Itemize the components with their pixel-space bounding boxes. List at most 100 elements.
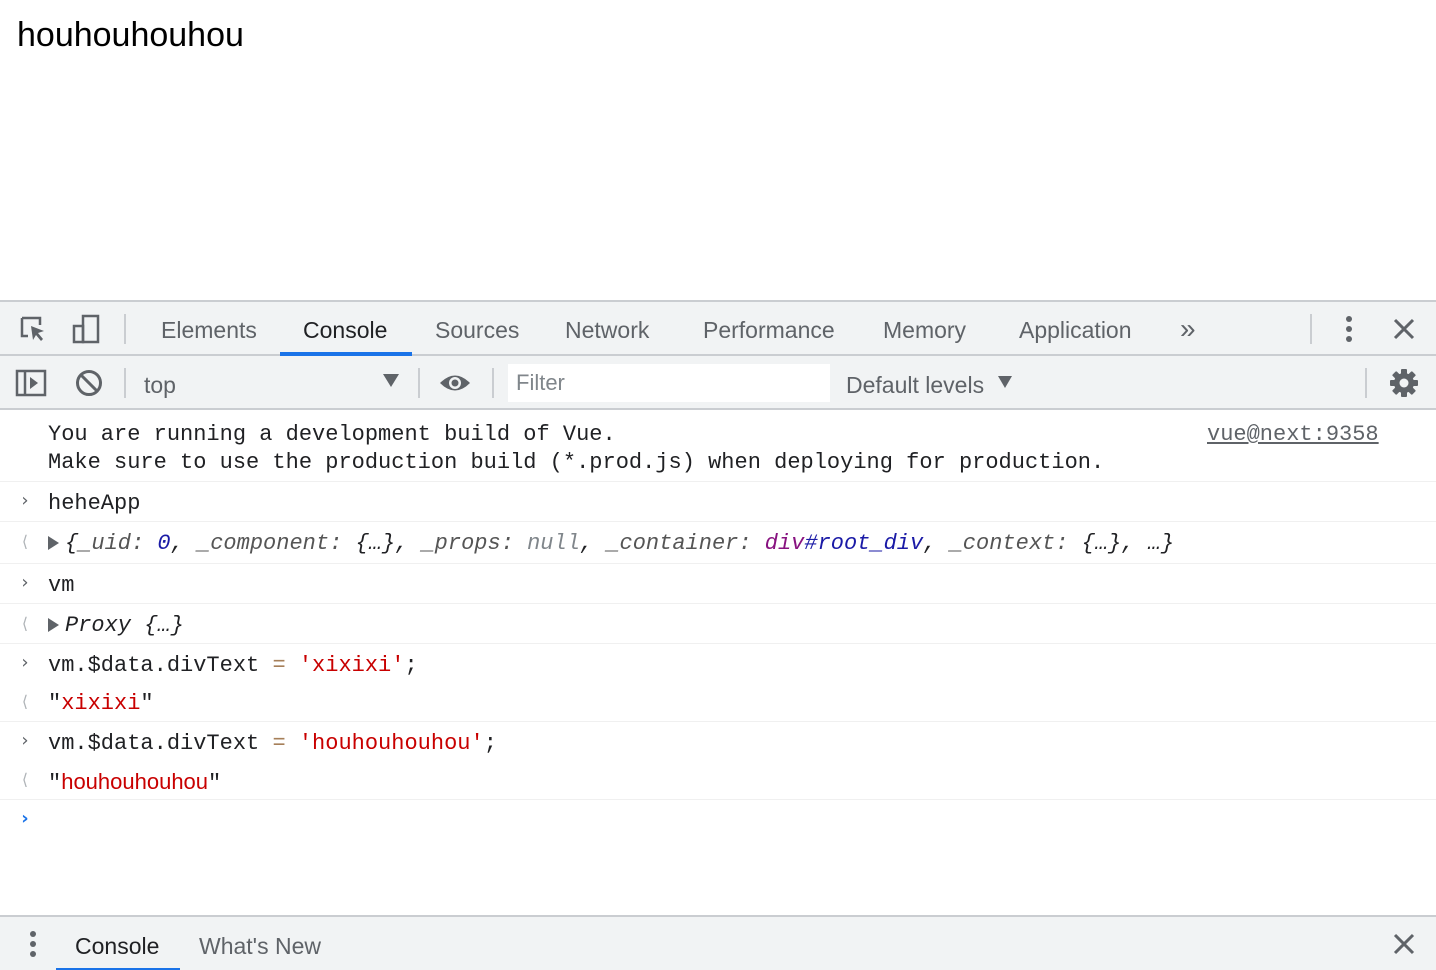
- comma: ,: [170, 531, 198, 556]
- prop-value-id: #root_div: [804, 531, 924, 556]
- expr-string: 'houhouhouhou': [298, 731, 484, 756]
- drawer-tab-whats-new[interactable]: What's New: [199, 917, 321, 970]
- device-toolbar-icon[interactable]: [70, 312, 104, 346]
- ellipsis: …}: [1147, 531, 1175, 556]
- chevron-down-icon[interactable]: [998, 376, 1012, 388]
- devtools-tab-bar: Elements Console Sources Network Perform…: [0, 302, 1436, 356]
- proxy-preview[interactable]: Proxy {…}: [48, 613, 184, 638]
- prop-value: null: [527, 531, 580, 556]
- string-result: "houhouhouhou": [48, 769, 221, 796]
- console-input: heheApp: [48, 491, 141, 516]
- expand-triangle-icon[interactable]: [48, 618, 59, 632]
- input-chevron-icon: ›: [21, 730, 29, 751]
- console-prompt-row[interactable]: ›: [0, 800, 1436, 914]
- prompt-chevron-icon: ›: [21, 808, 29, 829]
- input-chevron-icon: ›: [21, 572, 29, 593]
- expr-object: vm.$data.divText: [48, 653, 260, 678]
- proxy-label: Proxy: [65, 613, 132, 638]
- tab-network[interactable]: Network: [565, 302, 649, 356]
- expand-triangle-icon[interactable]: [48, 536, 59, 550]
- console-input-row: › vm: [0, 564, 1436, 604]
- context-selector[interactable]: top: [144, 356, 176, 414]
- tab-performance[interactable]: Performance: [703, 302, 835, 356]
- prop-key: _context: [949, 531, 1056, 556]
- toolbar-divider: [1365, 368, 1367, 398]
- result-string: xixixi: [61, 691, 141, 716]
- object-preview[interactable]: {_uid: 0, _component: {…}, _props: null,…: [48, 531, 1174, 556]
- warning-text-line-1: You are running a development build of V…: [48, 422, 616, 447]
- comma: ,: [1121, 531, 1148, 556]
- filter-input[interactable]: [508, 364, 830, 402]
- tab-elements[interactable]: Elements: [161, 302, 257, 356]
- console-messages: You are running a development build of V…: [0, 412, 1436, 914]
- prop-key: _component: [197, 531, 330, 556]
- quote: ": [48, 691, 62, 716]
- log-levels-dropdown[interactable]: Default levels: [846, 356, 984, 414]
- console-input: vm.$data.divText = 'xixixi';: [48, 653, 418, 678]
- expr-semicolon: ;: [483, 731, 497, 756]
- quote: ": [48, 771, 62, 796]
- page-content-text: houhouhouhou: [17, 16, 244, 54]
- console-output-row: ⟨ {_uid: 0, _component: {…}, _props: nul…: [0, 522, 1436, 564]
- close-icon[interactable]: [1387, 927, 1421, 961]
- vertical-dots-icon[interactable]: [16, 927, 50, 961]
- expr-string: 'xixixi': [298, 653, 405, 678]
- warning-text-line-2: Make sure to use the production build (*…: [48, 450, 1105, 475]
- console-input: vm: [48, 573, 75, 598]
- clear-console-icon[interactable]: [72, 366, 106, 400]
- chevron-down-icon[interactable]: [383, 374, 399, 387]
- expr-object: vm.$data.divText: [48, 731, 260, 756]
- toolbar-divider: [1310, 314, 1312, 344]
- prop-value-tag: div: [764, 531, 805, 556]
- console-input-row: › vm.$data.divText = 'houhouhouhou';: [0, 722, 1436, 762]
- console-warning-message: You are running a development build of V…: [0, 412, 1436, 482]
- output-arrow-icon: ⟨: [21, 532, 29, 551]
- tab-application[interactable]: Application: [1019, 302, 1132, 356]
- output-arrow-icon: ⟨: [21, 770, 29, 789]
- toolbar-divider: [418, 368, 420, 398]
- inspect-element-icon[interactable]: [16, 312, 50, 346]
- toolbar-divider: [124, 314, 126, 344]
- toolbar-divider: [124, 368, 126, 398]
- console-output-row: ⟨ "xixixi": [0, 684, 1436, 722]
- input-chevron-icon: ›: [21, 652, 29, 673]
- colon: :: [500, 531, 528, 556]
- prop-value: {…}: [1081, 531, 1122, 556]
- tab-console[interactable]: Console: [303, 302, 387, 356]
- toolbar-divider: [492, 368, 494, 398]
- console-output-row: ⟨ Proxy {…}: [0, 604, 1436, 644]
- prop-value: {…}: [355, 531, 396, 556]
- string-result: "xixixi": [48, 691, 154, 716]
- colon: :: [329, 531, 356, 556]
- colon: :: [1055, 531, 1082, 556]
- prop-key: _props: [421, 531, 501, 556]
- vertical-dots-icon[interactable]: [1332, 312, 1366, 346]
- live-expression-eye-icon[interactable]: [438, 366, 472, 400]
- prop-key: _uid: [78, 531, 132, 556]
- chevron-double-right-icon[interactable]: »: [1180, 302, 1196, 356]
- colon: :: [131, 531, 158, 556]
- tab-memory[interactable]: Memory: [883, 302, 966, 356]
- prop-value: 0: [157, 531, 171, 556]
- console-input-row: › vm.$data.divText = 'xixixi';: [0, 644, 1436, 684]
- console-toolbar: top Default levels: [0, 356, 1436, 410]
- comma: ,: [395, 531, 422, 556]
- quote: ": [208, 771, 222, 796]
- gear-icon[interactable]: [1387, 366, 1421, 400]
- proxy-value: {…}: [144, 613, 184, 638]
- quote: ": [140, 691, 154, 716]
- sidebar-toggle-icon[interactable]: [14, 366, 48, 400]
- input-chevron-icon: ›: [21, 490, 29, 511]
- close-icon[interactable]: [1387, 312, 1421, 346]
- drawer-tab-bar: Console What's New: [0, 915, 1436, 970]
- source-link[interactable]: vue@next:9358: [1207, 422, 1379, 447]
- tab-sources[interactable]: Sources: [435, 302, 519, 356]
- comma: ,: [923, 531, 950, 556]
- prop-key: _container: [606, 531, 739, 556]
- console-output-row: ⟨ "houhouhouhou": [0, 762, 1436, 800]
- expr-semicolon: ;: [404, 653, 418, 678]
- output-arrow-icon: ⟨: [21, 692, 29, 711]
- comma: ,: [579, 531, 607, 556]
- drawer-tab-console[interactable]: Console: [75, 917, 159, 970]
- colon: :: [738, 531, 765, 556]
